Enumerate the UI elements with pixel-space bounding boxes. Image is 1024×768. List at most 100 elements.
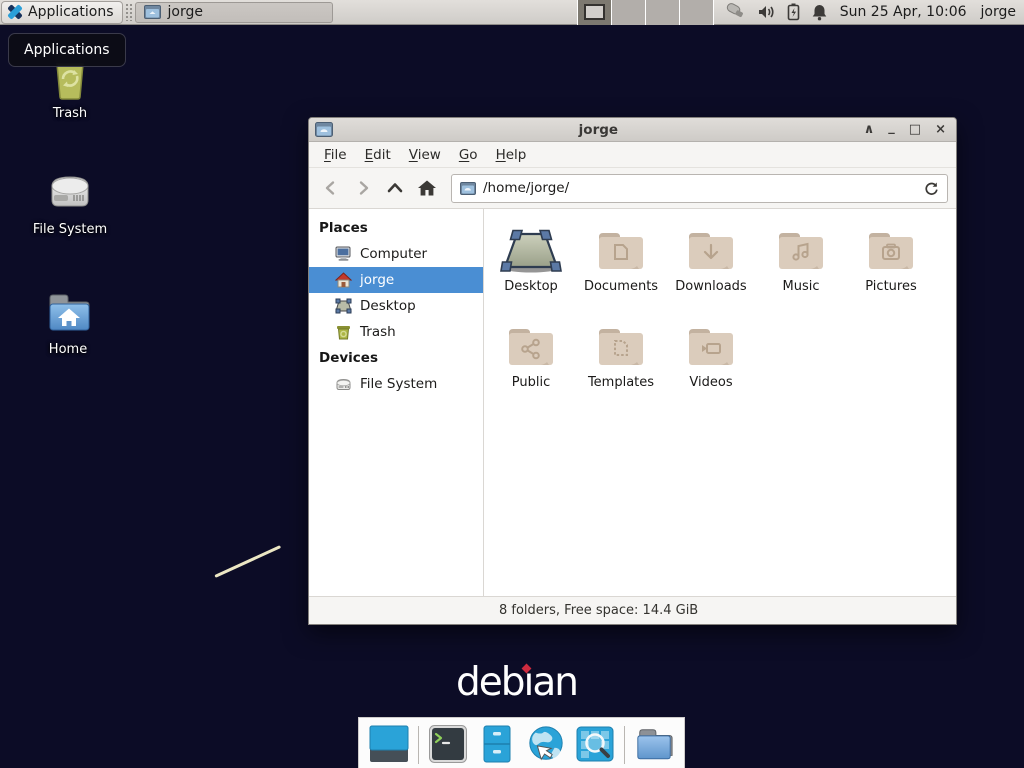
peripheral-icon[interactable] — [724, 3, 746, 21]
xfce-logo-icon — [7, 4, 23, 20]
up-icon — [386, 180, 404, 196]
bottom-dock — [358, 717, 685, 768]
menu-view[interactable]: View — [400, 144, 450, 166]
sidebar-item-label: Computer — [360, 246, 427, 262]
desktop-icon — [335, 298, 352, 314]
applications-tooltip: Applications — [8, 33, 126, 67]
workspace-1[interactable] — [578, 0, 612, 25]
workspace-2[interactable] — [612, 0, 646, 25]
desktop-icon-label: File System — [33, 222, 107, 237]
workspace-4[interactable] — [680, 0, 714, 25]
terminal-icon — [428, 724, 468, 764]
file-item-label: Music — [783, 279, 820, 294]
dock-separator — [418, 726, 419, 764]
file-item-label: Desktop — [504, 279, 558, 294]
toolbar: /home/jorge/ — [309, 168, 956, 209]
desktop-icon-label: Trash — [53, 106, 87, 121]
sidebar-item-computer[interactable]: Computer — [309, 241, 483, 267]
desktop-icon-label: Home — [49, 342, 87, 357]
back-icon — [323, 180, 339, 196]
file-item-videos[interactable]: Videos — [666, 317, 756, 413]
sidebar: Places Computer jorge — [309, 209, 484, 596]
folder-templates-icon — [596, 323, 646, 371]
sidebar-item-desktop[interactable]: Desktop — [309, 293, 483, 319]
path-text[interactable]: /home/jorge/ — [483, 180, 917, 196]
battery-charging-icon[interactable] — [787, 3, 800, 21]
path-folder-icon — [460, 182, 476, 195]
wallpaper-swirl-line — [214, 545, 281, 578]
menu-go[interactable]: Go — [450, 144, 487, 166]
close-button[interactable]: × — [935, 118, 946, 142]
file-item-label: Pictures — [865, 279, 916, 294]
window-title: jorge — [333, 122, 864, 138]
panel-clock[interactable]: Sun 25 Apr, 10:06 — [840, 4, 967, 20]
web-browser-button[interactable] — [526, 724, 566, 764]
file-item-downloads[interactable]: Downloads — [666, 221, 756, 317]
sidebar-item-label: Trash — [360, 324, 396, 340]
file-manager-button[interactable] — [634, 724, 674, 764]
file-item-label: Public — [512, 375, 550, 390]
desktop-icon-home[interactable]: Home — [12, 290, 124, 357]
taskbar-window-button[interactable]: jorge — [135, 2, 333, 23]
applications-menu-button[interactable]: Applications — [1, 1, 123, 24]
panel-handle[interactable] — [125, 3, 133, 21]
folder-downloads-icon — [686, 227, 736, 275]
file-cabinet-button[interactable] — [477, 724, 517, 764]
file-item-desktop[interactable]: Desktop — [486, 221, 576, 317]
menu-file[interactable]: File — [315, 144, 356, 166]
file-item-label: Videos — [689, 375, 732, 390]
up-button[interactable] — [381, 174, 409, 202]
file-manager-folder-icon — [634, 724, 674, 764]
applications-menu-label: Applications — [28, 4, 114, 20]
system-tray — [724, 3, 828, 21]
sidebar-item-jorge[interactable]: jorge — [309, 267, 483, 293]
folder-icon — [144, 5, 161, 19]
shade-button[interactable]: ∧ — [864, 118, 875, 142]
folder-music-icon — [776, 227, 826, 275]
show-desktop-button[interactable] — [369, 724, 409, 764]
window-titlebar[interactable]: jorge ∧ _ □ × — [309, 118, 956, 142]
statusbar-text: 8 folders, Free space: 14.4 GiB — [499, 603, 698, 618]
path-bar[interactable]: /home/jorge/ — [451, 174, 948, 203]
file-view[interactable]: Desktop Documents — [484, 209, 956, 596]
desktop-special-icon — [500, 227, 562, 275]
panel-username[interactable]: jorge — [981, 4, 1016, 20]
file-item-label: Downloads — [675, 279, 746, 294]
sidebar-item-trash[interactable]: Trash — [309, 319, 483, 345]
home-button[interactable] — [413, 174, 441, 202]
taskbar-window-label: jorge — [168, 4, 203, 20]
back-button[interactable] — [317, 174, 345, 202]
reload-icon[interactable] — [924, 181, 939, 196]
file-item-music[interactable]: Music — [756, 221, 846, 317]
menu-edit[interactable]: Edit — [356, 144, 400, 166]
file-item-pictures[interactable]: Pictures — [846, 221, 936, 317]
forward-button[interactable] — [349, 174, 377, 202]
maximize-button[interactable]: □ — [909, 118, 921, 142]
file-item-public[interactable]: Public — [486, 317, 576, 413]
workspace-window-preview — [584, 4, 605, 20]
sidebar-item-file-system[interactable]: File System — [309, 371, 483, 397]
notifications-bell-icon[interactable] — [811, 3, 828, 21]
forward-icon — [355, 180, 371, 196]
app-finder-button[interactable] — [575, 724, 615, 764]
desktop-icon-file-system[interactable]: File System — [14, 170, 126, 237]
folder-documents-icon — [596, 227, 646, 275]
minimize-button[interactable]: _ — [888, 116, 895, 140]
file-item-templates[interactable]: Templates — [576, 317, 666, 413]
menu-help[interactable]: Help — [487, 144, 536, 166]
terminal-button[interactable] — [428, 724, 468, 764]
workspace-3[interactable] — [646, 0, 680, 25]
file-item-documents[interactable]: Documents — [576, 221, 666, 317]
file-cabinet-icon — [477, 724, 517, 764]
volume-icon[interactable] — [757, 4, 776, 20]
top-panel: Applications jorge — [0, 0, 1024, 25]
file-item-label: Templates — [588, 375, 654, 390]
sidebar-item-label: File System — [360, 376, 437, 392]
folder-videos-icon — [686, 323, 736, 371]
window-folder-icon — [315, 122, 333, 137]
harddrive-icon — [335, 376, 352, 392]
home-icon — [417, 179, 437, 197]
harddrive-icon — [46, 170, 94, 216]
show-desktop-icon — [369, 724, 409, 764]
file-item-label: Documents — [584, 279, 658, 294]
